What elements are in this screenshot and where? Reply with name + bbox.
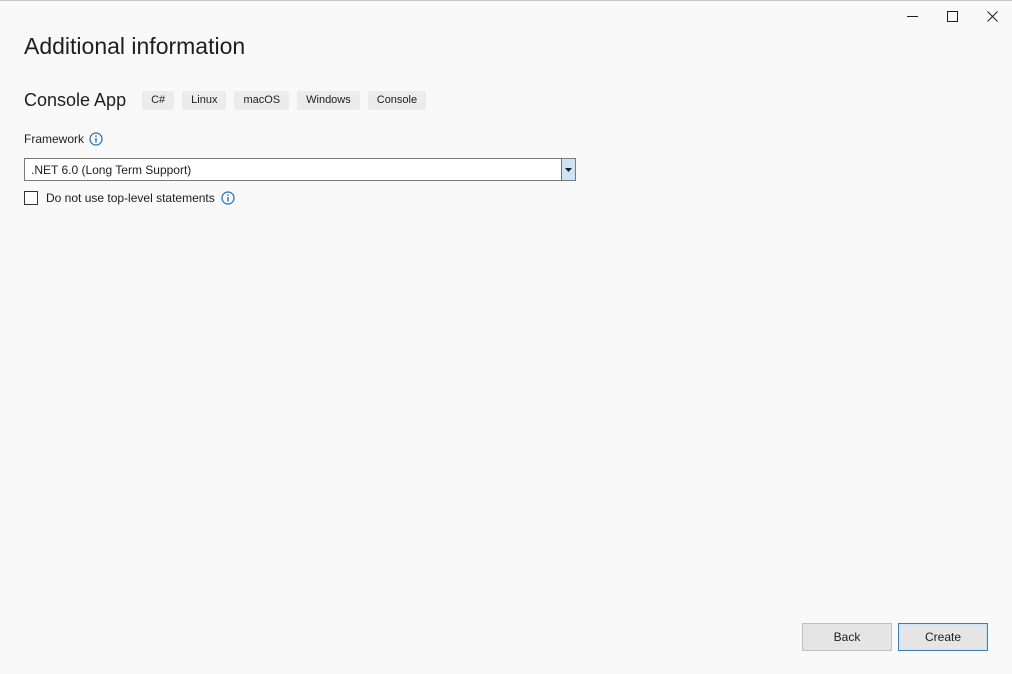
page-title: Additional information (24, 33, 246, 59)
tag-platform-windows: Windows (297, 90, 360, 110)
info-icon (221, 191, 235, 205)
template-summary: Console App C# Linux macOS Windows Conso… (24, 89, 427, 111)
template-tags: C# Linux macOS Windows Console (142, 90, 427, 110)
framework-label: Framework (24, 132, 85, 146)
top-level-statements-label[interactable]: Do not use top-level statements (46, 191, 215, 205)
back-button[interactable]: Back (802, 623, 892, 651)
framework-select[interactable]: .NET 6.0 (Long Term Support) (24, 158, 576, 181)
close-button[interactable] (972, 1, 1012, 31)
window-controls (892, 1, 1012, 31)
framework-dropdown-button[interactable] (561, 159, 575, 180)
framework-select-value: .NET 6.0 (Long Term Support) (31, 162, 192, 177)
tag-platform-linux: Linux (182, 90, 227, 110)
tag-platform-macos: macOS (234, 90, 290, 110)
chevron-down-icon (565, 167, 572, 172)
close-icon (986, 10, 998, 22)
framework-info-icon[interactable] (89, 132, 103, 146)
top-level-statements-info-icon[interactable] (221, 191, 235, 205)
additional-information-dialog: Additional information Console App C# Li… (0, 0, 1012, 674)
minimize-icon (906, 15, 918, 17)
maximize-button[interactable] (932, 1, 972, 31)
top-level-statements-checkbox[interactable] (24, 191, 38, 205)
info-icon (89, 132, 103, 146)
minimize-button[interactable] (892, 1, 932, 31)
tag-language: C# (142, 90, 175, 110)
framework-label-row: Framework (24, 132, 103, 146)
maximize-icon (946, 10, 958, 22)
tag-project-type: Console (367, 90, 427, 110)
create-button[interactable]: Create (898, 623, 988, 651)
template-name: Console App (24, 89, 127, 110)
top-level-statements-option: Do not use top-level statements (24, 191, 235, 205)
